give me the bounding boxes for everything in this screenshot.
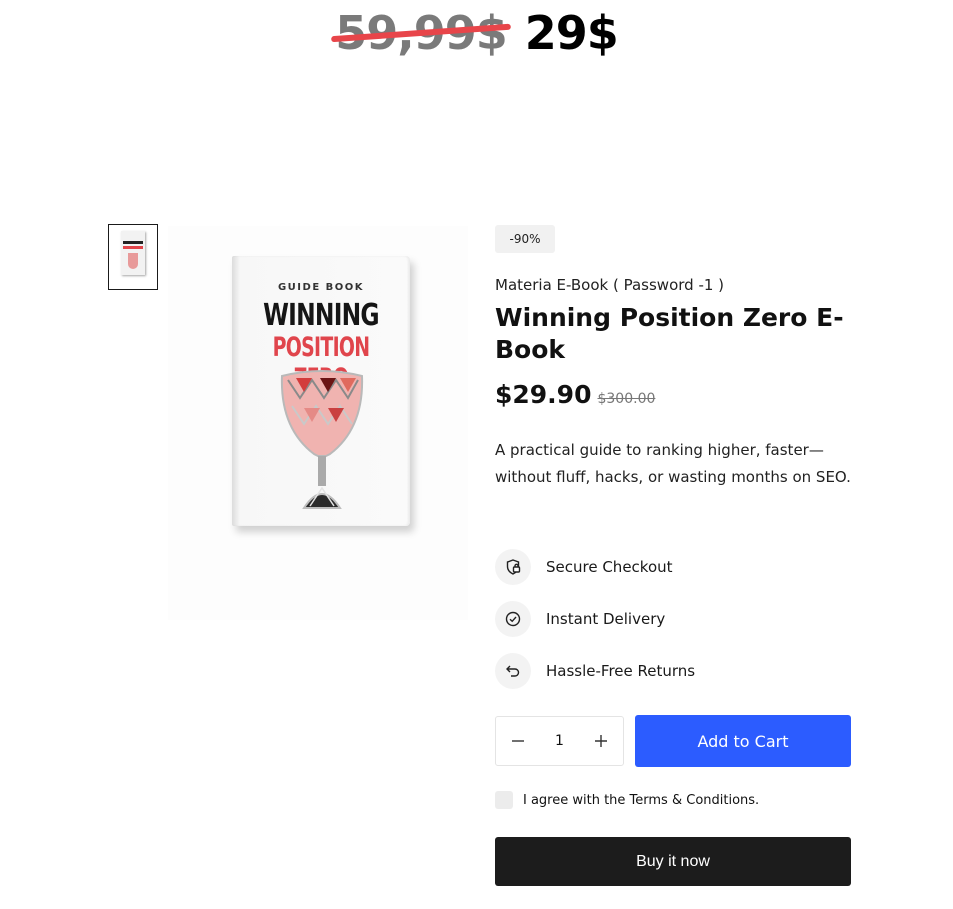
chalice-illustration [280, 370, 364, 509]
feature-label: Hassle-Free Returns [546, 662, 696, 680]
gallery-thumbnail[interactable] [108, 224, 158, 290]
promo-new-price: 29$ [524, 6, 619, 60]
terms-label[interactable]: I agree with the Terms & Conditions. [523, 793, 759, 808]
promo-old-price: 59,99$ [331, 6, 511, 60]
feature-label: Instant Delivery [546, 610, 666, 628]
product-description: A practical guide to ranking higher, fas… [495, 441, 851, 486]
book-cover-title-line1: WINNING [263, 298, 380, 333]
terms-agreement: I agree with the Terms & Conditions. [495, 791, 759, 809]
product-title: Winning Position Zero E-Book [495, 303, 844, 364]
quantity-decrease-button[interactable] [506, 729, 530, 753]
secure-checkout-icon [495, 549, 531, 585]
check-circle-icon [495, 601, 531, 637]
minus-icon [512, 740, 524, 742]
quantity-increase-button[interactable] [589, 729, 613, 753]
price-row: $29.90 $300.00 [495, 380, 655, 409]
feature-secure-checkout: Secure Checkout [495, 549, 673, 585]
add-to-cart-button[interactable]: Add to Cart [635, 715, 851, 767]
discount-badge: -90% [495, 225, 555, 253]
feature-label: Secure Checkout [546, 558, 673, 576]
quantity-input[interactable] [542, 732, 577, 750]
product-price: $29.90 [495, 380, 592, 409]
return-arrow-icon [495, 653, 531, 689]
book-cover-label: GUIDE BOOK [277, 282, 365, 293]
compare-at-price: $300.00 [597, 391, 656, 407]
promo-banner: 59,99$29$ [0, 6, 953, 60]
quantity-stepper [495, 716, 624, 766]
feature-instant-delivery: Instant Delivery [495, 601, 665, 637]
terms-checkbox[interactable] [495, 791, 513, 809]
feature-hassle-free-returns: Hassle-Free Returns [495, 653, 695, 689]
book-cover: GUIDE BOOK WINNING POSITION ZERO [232, 256, 410, 526]
buy-now-button[interactable]: Buy it now [495, 837, 851, 886]
plus-icon [595, 735, 607, 747]
thumbnail-book-image [121, 231, 145, 275]
product-main-image[interactable]: GUIDE BOOK WINNING POSITION ZERO [168, 226, 468, 620]
product-vendor: Materia E-Book ( Password -1 ) [495, 276, 725, 294]
